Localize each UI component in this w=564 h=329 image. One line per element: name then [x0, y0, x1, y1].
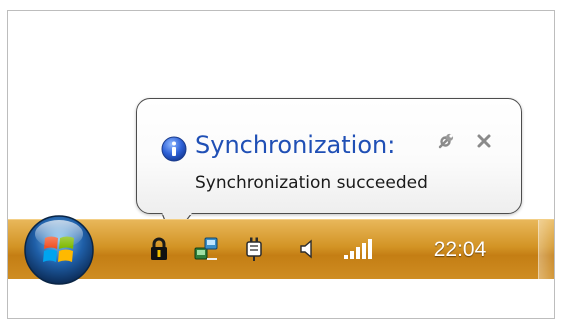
- notification-message: Synchronization succeeded: [195, 173, 428, 193]
- info-icon: [161, 136, 187, 162]
- screenshot-frame: Synchronization: Synchronization succeed…: [7, 10, 555, 319]
- notification-title: Synchronization:: [195, 131, 396, 159]
- signal-strength-icon[interactable]: [341, 236, 375, 262]
- clock[interactable]: 22:04: [420, 236, 500, 264]
- taskbar: 22:04: [8, 215, 554, 285]
- close-button[interactable]: [474, 131, 494, 151]
- network-icon[interactable]: [193, 236, 219, 262]
- wrench-icon[interactable]: [436, 131, 456, 151]
- lock-icon[interactable]: [146, 236, 172, 262]
- show-desktop-button[interactable]: [538, 220, 554, 280]
- power-plug-icon[interactable]: [241, 236, 267, 262]
- notification-balloon: Synchronization: Synchronization succeed…: [136, 98, 522, 214]
- speaker-icon[interactable]: [295, 236, 321, 262]
- start-button[interactable]: [21, 212, 97, 288]
